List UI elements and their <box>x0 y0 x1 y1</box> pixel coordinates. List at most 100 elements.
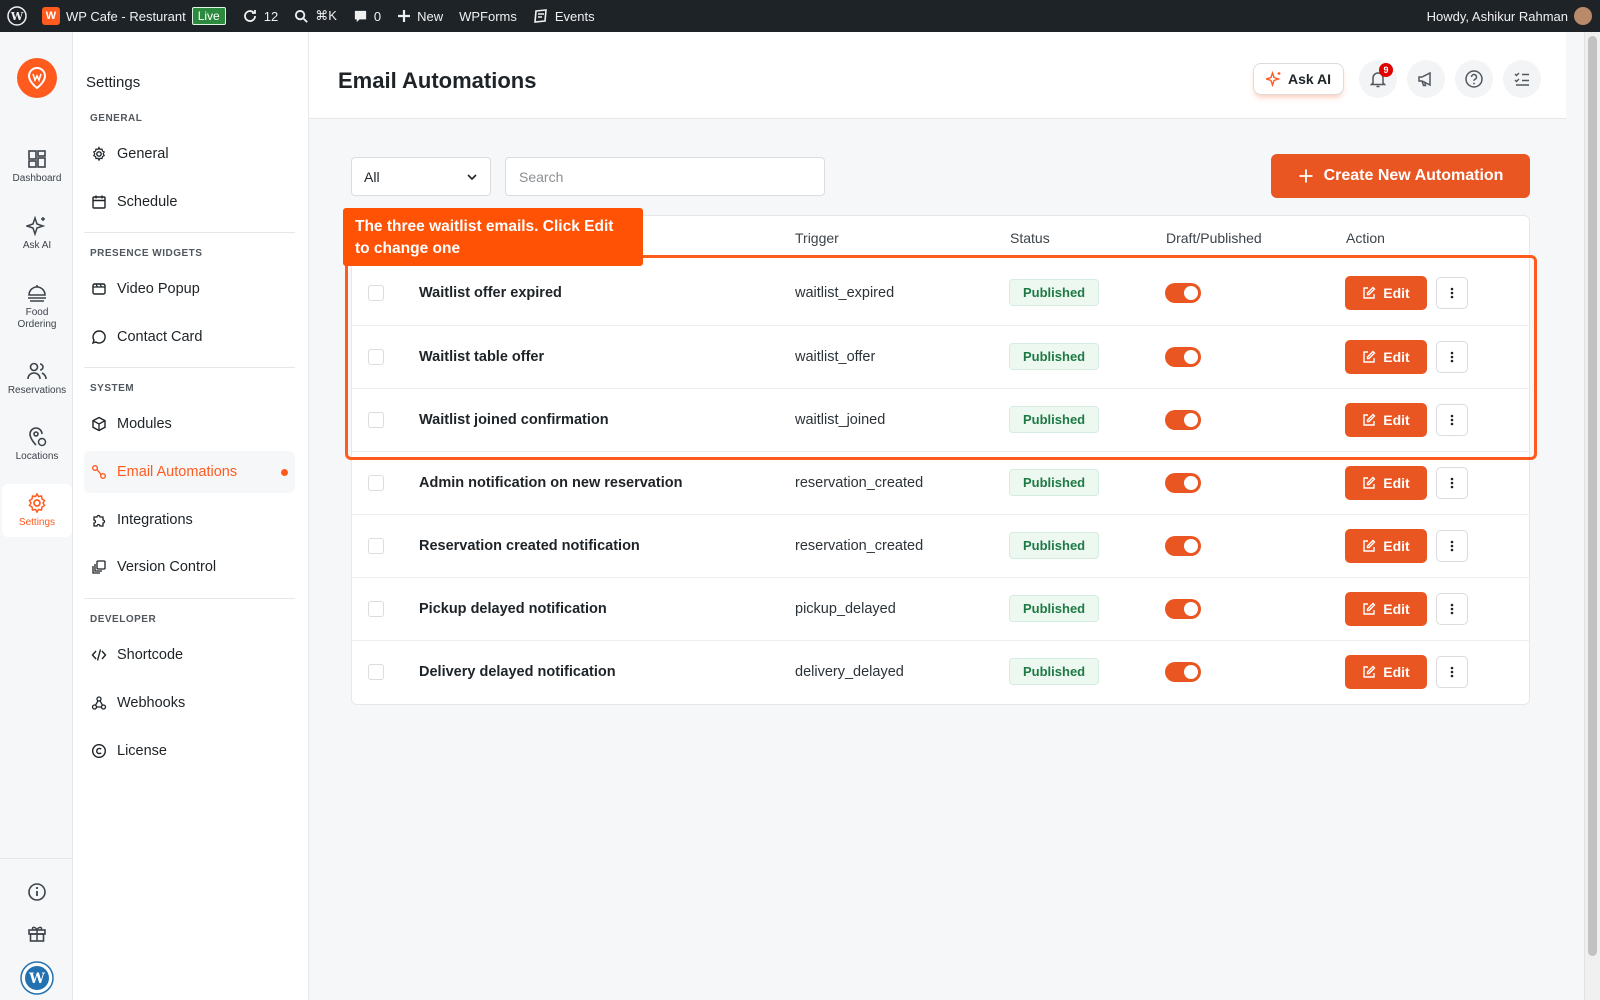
chat-bubble-icon <box>91 330 106 345</box>
search-input[interactable] <box>505 157 825 196</box>
rail-item-food-ordering[interactable]: Food Ordering <box>2 274 72 339</box>
status-badge: Published <box>1009 469 1100 496</box>
users-icon <box>27 362 47 380</box>
row-checkbox[interactable] <box>368 538 384 554</box>
rail-item-ask-ai[interactable]: Ask AI <box>2 207 72 260</box>
plus-icon <box>398 10 411 22</box>
wpcafe-logo-icon[interactable] <box>17 58 57 98</box>
wordpress-icon[interactable]: W <box>20 961 54 995</box>
waitlist-rows-highlight <box>345 255 1537 460</box>
sidebar-item-version-control[interactable]: Version Control <box>84 546 295 588</box>
wp-admin-bar: W W WP Cafe - Resturant Live 12 ⌘K 0 New… <box>0 0 1600 32</box>
edit-button[interactable]: Edit <box>1345 655 1427 689</box>
sidebar-item-schedule[interactable]: Schedule <box>84 181 295 223</box>
notifications-button[interactable]: 9 <box>1359 60 1397 98</box>
wpforms-menu[interactable]: WPForms <box>451 0 525 32</box>
active-dot <box>281 469 288 476</box>
icon-rail: Dashboard Ask AI Food Ordering Reservati… <box>0 32 73 1000</box>
events-label: Events <box>554 8 595 24</box>
copyright-icon <box>91 743 107 759</box>
column-header-trigger: Trigger <box>795 230 839 246</box>
rail-item-dashboard[interactable]: Dashboard <box>2 140 72 193</box>
help-button[interactable] <box>1455 60 1493 98</box>
status-filter-select[interactable]: All <box>351 157 491 196</box>
sidebar-item-modules[interactable]: Modules <box>84 403 295 445</box>
events-menu[interactable]: Events <box>525 0 603 32</box>
rail-label: Locations <box>15 451 59 462</box>
page-title: Email Automations <box>338 68 537 93</box>
publish-toggle[interactable] <box>1165 536 1201 556</box>
rail-item-settings[interactable]: Settings <box>2 484 72 537</box>
automation-name: Reservation created notification <box>419 538 640 554</box>
code-icon <box>91 649 107 661</box>
svg-text:W: W <box>10 10 24 23</box>
food-icon <box>28 285 46 302</box>
divider <box>84 232 295 233</box>
updates-count: 12 <box>263 8 279 24</box>
annotation-callout: The three waitlist emails. Click Edit to… <box>343 208 643 266</box>
automation-trigger: reservation_created <box>795 475 924 491</box>
rail-item-reservations[interactable]: Reservations <box>2 352 72 405</box>
row-actions-menu[interactable] <box>1436 530 1468 562</box>
dashboard-icon <box>28 150 46 168</box>
sidebar-item-general[interactable]: General <box>84 133 295 175</box>
sidebar-item-contact-card[interactable]: Contact Card <box>84 316 295 358</box>
cube-icon <box>92 416 106 432</box>
new-content-menu[interactable]: New <box>389 0 451 32</box>
publish-toggle[interactable] <box>1165 662 1201 682</box>
location-icon <box>29 427 47 447</box>
scrollbar-thumb[interactable] <box>1588 36 1597 956</box>
edit-button[interactable]: Edit <box>1345 466 1427 500</box>
wpforms-label: WPForms <box>459 8 517 24</box>
updates-menu[interactable]: 12 <box>234 0 286 32</box>
edit-icon <box>1363 665 1376 678</box>
announcements-button[interactable] <box>1407 60 1445 98</box>
sidebar-item-label: Integrations <box>117 512 193 528</box>
page-header: Email Automations Ask AI 9 <box>309 32 1566 119</box>
sidebar-item-video-popup[interactable]: Video Popup <box>84 268 295 310</box>
rail-item-locations[interactable]: Locations <box>2 418 72 471</box>
site-name-menu[interactable]: W WP Cafe - Resturant Live <box>34 0 234 32</box>
rail-label: Ask AI <box>22 240 52 251</box>
sidebar-item-label: Version Control <box>117 559 217 575</box>
sidebar-item-label: Contact Card <box>117 329 203 345</box>
create-automation-button[interactable]: Create New Automation <box>1271 154 1530 198</box>
section-general: GENERAL <box>90 113 143 124</box>
publish-toggle[interactable] <box>1165 473 1201 493</box>
row-actions-menu[interactable] <box>1436 467 1468 499</box>
sparkle-icon <box>1265 71 1281 87</box>
help-icon <box>1465 70 1483 88</box>
more-vertical-icon <box>1450 477 1454 489</box>
automation-trigger: reservation_created <box>795 538 924 554</box>
wordpress-logo-icon[interactable]: W <box>0 0 34 32</box>
info-icon[interactable] <box>26 881 48 903</box>
sidebar-item-label: Video Popup <box>117 281 200 297</box>
rail-label: Settings <box>18 517 56 528</box>
row-checkbox[interactable] <box>368 601 384 617</box>
create-automation-label: Create New Automation <box>1323 167 1504 184</box>
sidebar-item-shortcode[interactable]: Shortcode <box>84 634 295 676</box>
edit-button[interactable]: Edit <box>1345 529 1427 563</box>
sidebar-item-label: Webhooks <box>117 695 186 711</box>
account-menu[interactable]: Howdy, Ashikur Rahman <box>1419 0 1600 32</box>
gift-icon[interactable] <box>26 922 48 944</box>
sidebar-item-license[interactable]: License <box>84 730 295 772</box>
sidebar-item-webhooks[interactable]: Webhooks <box>84 682 295 724</box>
row-checkbox[interactable] <box>368 475 384 491</box>
checklist-button[interactable] <box>1503 60 1541 98</box>
row-actions-menu[interactable] <box>1436 593 1468 625</box>
ask-ai-button[interactable]: Ask AI <box>1253 63 1344 95</box>
row-actions-menu[interactable] <box>1436 656 1468 688</box>
comments-menu[interactable]: 0 <box>345 0 389 32</box>
row-checkbox[interactable] <box>368 664 384 680</box>
events-icon <box>534 9 547 23</box>
status-badge: Published <box>1009 595 1100 622</box>
command-search[interactable]: ⌘K <box>286 0 345 32</box>
sidebar-title: Settings <box>86 74 141 91</box>
sidebar-item-email-automations[interactable]: Email Automations <box>84 451 295 493</box>
publish-toggle[interactable] <box>1165 599 1201 619</box>
sidebar-item-integrations[interactable]: Integrations <box>84 499 295 541</box>
divider <box>84 367 295 368</box>
automation-trigger: pickup_delayed <box>795 601 896 617</box>
edit-button[interactable]: Edit <box>1345 592 1427 626</box>
